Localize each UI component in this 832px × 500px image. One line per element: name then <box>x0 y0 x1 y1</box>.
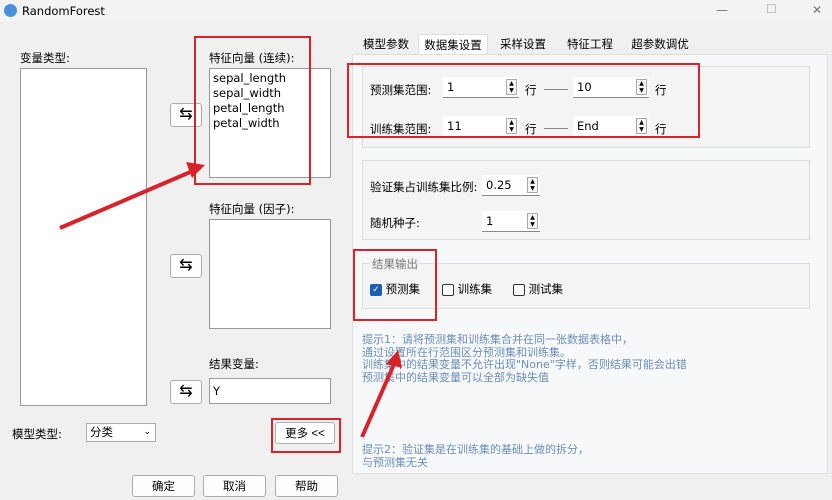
arrow-head <box>386 350 402 368</box>
annotation-arrows <box>59 162 402 438</box>
arrow-head <box>186 162 205 178</box>
arrow-to-hint <box>360 361 397 438</box>
arrow-to-features <box>59 168 196 230</box>
